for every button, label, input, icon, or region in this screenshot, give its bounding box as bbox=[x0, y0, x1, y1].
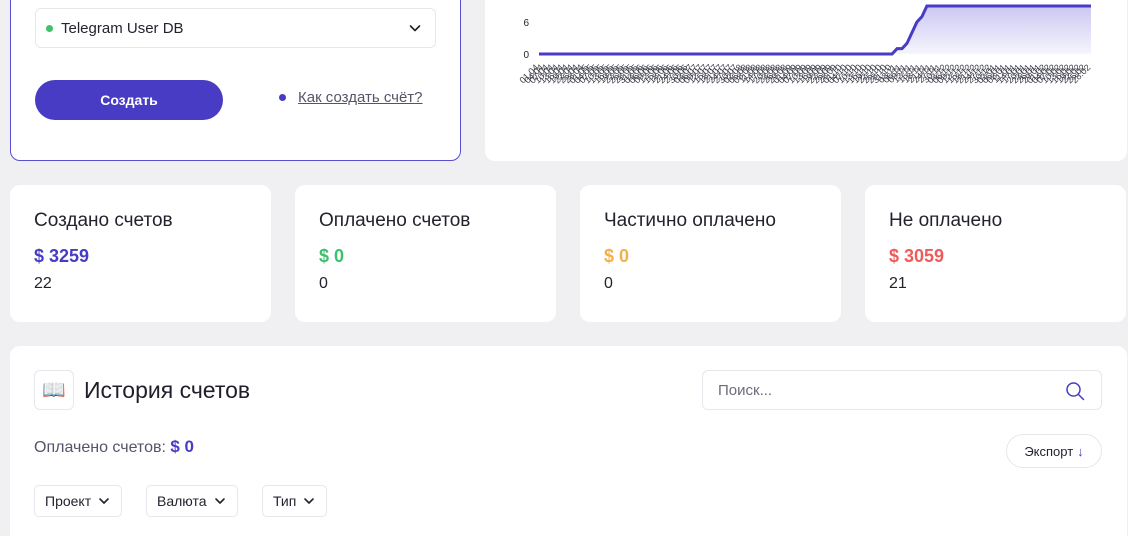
filter-project[interactable]: Проект bbox=[34, 485, 123, 517]
chevron-down-icon bbox=[302, 494, 316, 508]
create-invoice-button[interactable]: Создать bbox=[35, 80, 223, 120]
y-tick-label: 6 bbox=[523, 18, 529, 29]
stat-amount: $ 0 bbox=[319, 246, 345, 266]
howto-link[interactable]: Как создать счёт? bbox=[298, 89, 423, 106]
search-box[interactable] bbox=[702, 370, 1102, 410]
stat-card-paid: Оплачено счетов $ 0 0 bbox=[295, 185, 556, 322]
stat-card-created: Создано счетов $ 3259 22 bbox=[10, 185, 271, 322]
project-status-dot bbox=[46, 24, 53, 32]
stat-title: Не оплачено bbox=[889, 210, 1003, 231]
stat-count: 0 bbox=[604, 275, 613, 292]
create-invoice-card: Telegram User DB Создать Как создать счё… bbox=[10, 0, 461, 161]
howto-block: Как создать счёт? bbox=[279, 89, 423, 106]
paid-summary-label: Оплачено счетов: bbox=[34, 439, 166, 456]
stat-amount: $ 3259 bbox=[34, 246, 90, 266]
invoice-history-card: 📖 История счетов Оплачено счетов: $ 0 Эк… bbox=[10, 346, 1127, 536]
stat-card-unpaid: Не оплачено $ 3059 21 bbox=[865, 185, 1126, 322]
filter-currency[interactable]: Валюта bbox=[146, 485, 238, 517]
stat-amount: $ 0 bbox=[604, 246, 630, 266]
filter-label: Тип bbox=[273, 493, 297, 509]
search-input[interactable] bbox=[718, 371, 1048, 409]
invoices-chart: 6001.0404.0407.0410.0413.0416.0419.0422.… bbox=[517, 4, 1092, 85]
filter-type[interactable]: Тип bbox=[262, 485, 328, 517]
stat-title: Частично оплачено bbox=[604, 210, 776, 231]
stat-title: Создано счетов bbox=[34, 210, 173, 231]
history-title: История счетов bbox=[84, 377, 251, 403]
project-select-value: Telegram User DB bbox=[61, 19, 184, 37]
chevron-down-icon bbox=[213, 494, 227, 508]
book-icon: 📖 bbox=[34, 370, 74, 410]
export-button[interactable]: Экспорт ↓ bbox=[1006, 434, 1102, 468]
export-label: Экспорт bbox=[1024, 443, 1074, 459]
stat-count: 0 bbox=[319, 275, 328, 292]
arrow-down-icon: ↓ bbox=[1077, 443, 1084, 459]
stat-count: 21 bbox=[889, 275, 907, 292]
series-area bbox=[539, 6, 1091, 54]
howto-bullet bbox=[279, 94, 286, 101]
stat-title: Оплачено счетов bbox=[319, 210, 471, 231]
filter-label: Валюта bbox=[157, 493, 207, 509]
chevron-down-icon bbox=[97, 494, 111, 508]
paid-summary: Оплачено счетов: $ 0 bbox=[34, 437, 194, 457]
paid-summary-value: $ 0 bbox=[170, 437, 195, 456]
invoices-page: Telegram User DB Создать Как создать счё… bbox=[0, 0, 1128, 536]
invoices-chart-card: 6 0 01.04 04.04 07.04 10.04 13.04 16.04 19.04 22.… bbox=[485, 0, 1127, 161]
search-icon[interactable] bbox=[1065, 381, 1085, 406]
chevron-down-icon bbox=[407, 20, 423, 36]
y-tick-label: 0 bbox=[523, 50, 529, 61]
filter-label: Проект bbox=[45, 493, 92, 509]
stat-card-partial: Частично оплачено $ 0 0 bbox=[580, 185, 841, 322]
stat-amount: $ 3059 bbox=[889, 246, 945, 266]
stat-count: 22 bbox=[34, 275, 52, 292]
project-select[interactable]: Telegram User DB bbox=[35, 8, 436, 48]
